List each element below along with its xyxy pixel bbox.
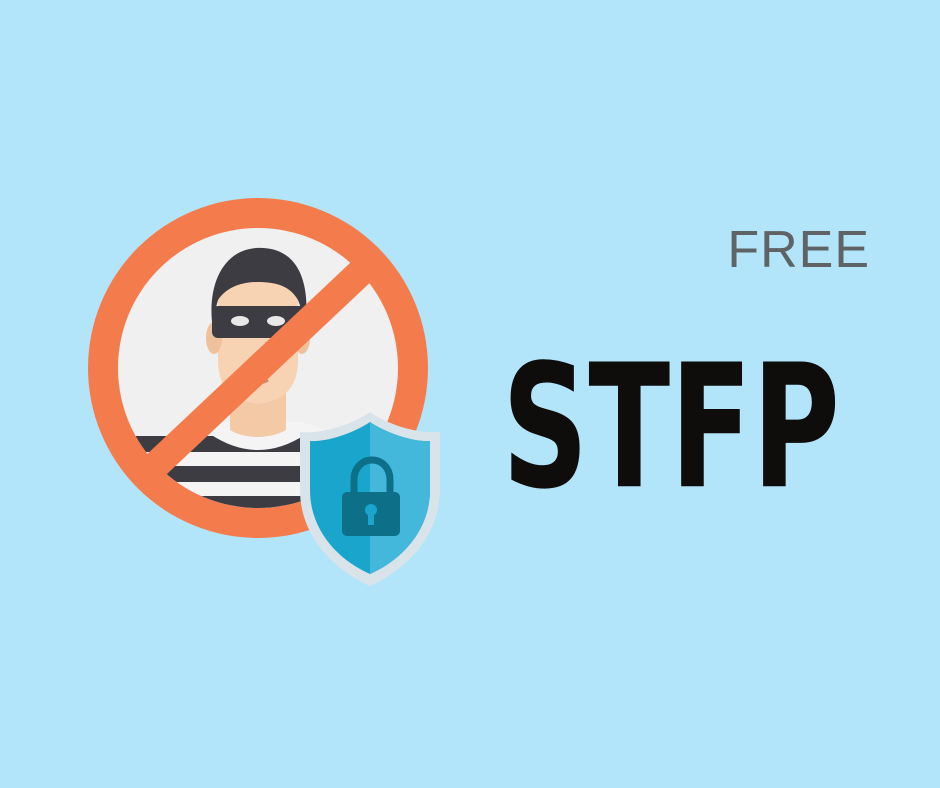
page-title: STFP xyxy=(496,318,846,527)
title-text: STFP xyxy=(502,328,840,527)
shield-lock-icon xyxy=(300,412,440,586)
free-label: FREE xyxy=(727,221,870,279)
no-thief-icon xyxy=(88,198,440,586)
illustration xyxy=(80,190,450,600)
title-svg: STFP xyxy=(502,328,840,527)
